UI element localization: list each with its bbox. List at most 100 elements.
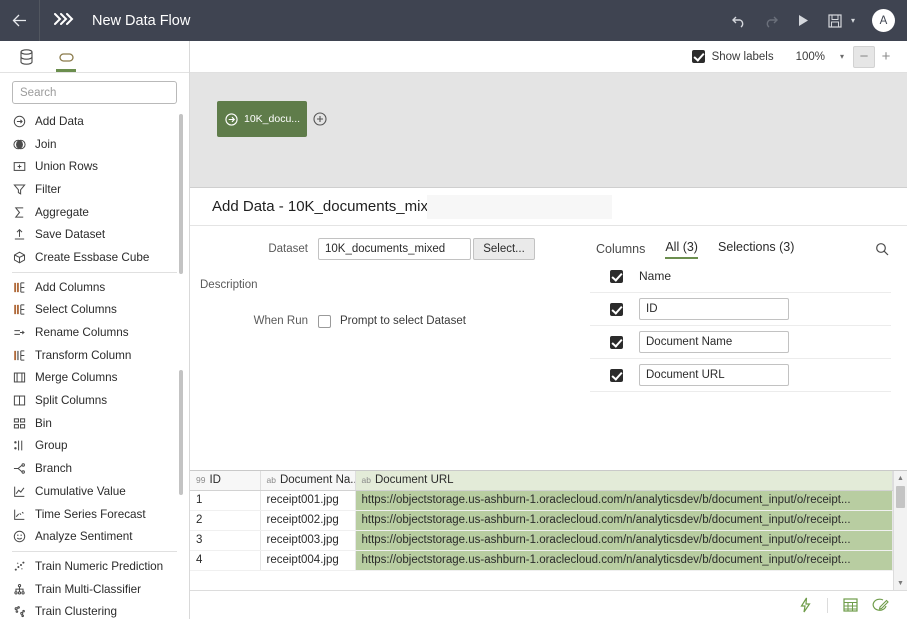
grid-view-icon[interactable]: [837, 594, 863, 616]
select-all-columns-checkbox[interactable]: [610, 270, 623, 283]
column-checkbox[interactable]: [610, 336, 623, 349]
sidebar-item-train-numeric-prediction[interactable]: Train Numeric Prediction: [12, 555, 189, 578]
show-labels-label: Show labels: [712, 51, 774, 63]
dataset-input[interactable]: [318, 238, 471, 260]
redo-button[interactable]: [756, 6, 786, 36]
scrollbar-thumb[interactable]: [896, 486, 905, 508]
select-dataset-button[interactable]: Select...: [473, 238, 535, 260]
inspector-body: Dataset Select... Description When Run P…: [190, 226, 907, 470]
sidebar-item-label: Create Essbase Cube: [35, 251, 149, 264]
data-table-scrollbar[interactable]: ▲ ▼: [893, 471, 907, 590]
edit-pencil-icon: [872, 598, 889, 613]
sidebar-item-label: Merge Columns: [35, 371, 118, 384]
description-row: Description: [200, 274, 590, 296]
sidebar-item-create-essbase-cube[interactable]: Create Essbase Cube: [12, 246, 189, 269]
zoom-level-value[interactable]: 100%: [796, 51, 825, 63]
group-icon: [13, 439, 26, 452]
sidebar-item-transform-column[interactable]: Transform Column: [12, 344, 189, 367]
avatar[interactable]: A: [872, 9, 895, 32]
table-row[interactable]: 4receipt004.jpghttps://objectstorage.us-…: [190, 550, 893, 570]
sidebar-item-join[interactable]: Join: [12, 133, 189, 156]
table-row[interactable]: 2receipt002.jpghttps://objectstorage.us-…: [190, 510, 893, 530]
column-name-input[interactable]: [639, 364, 789, 386]
scroll-down-button[interactable]: ▼: [894, 577, 907, 589]
sidebar-item-time-series-forecast[interactable]: Time Series Forecast: [12, 503, 189, 526]
table-cell: https://objectstorage.us-ashburn-1.oracl…: [355, 550, 893, 570]
table-cell: https://objectstorage.us-ashburn-1.oracl…: [355, 530, 893, 550]
data-table-column-header[interactable]: abDocument Na...: [260, 471, 355, 490]
sidebar-item-union-rows[interactable]: Union Rows: [12, 155, 189, 178]
sidebar-item-add-data[interactable]: Add Data: [12, 110, 189, 133]
scroll-up-button[interactable]: ▲: [894, 472, 907, 484]
column-name-input[interactable]: [639, 298, 789, 320]
zoom-out-button[interactable]: −: [853, 46, 875, 68]
sidebar-item-split-columns[interactable]: Split Columns: [12, 389, 189, 412]
table-row[interactable]: 1receipt001.jpghttps://objectstorage.us-…: [190, 490, 893, 510]
cumulative-value-icon: [13, 485, 26, 498]
search-input[interactable]: [12, 81, 177, 104]
data-table-column-header[interactable]: abDocument URL: [355, 471, 893, 490]
show-labels-checkbox[interactable]: [692, 50, 705, 63]
sidebar-tab-data[interactable]: [10, 42, 42, 72]
description-label: Description: [200, 279, 318, 291]
sidebar-tab-transforms[interactable]: [50, 42, 82, 72]
column-checkbox[interactable]: [610, 369, 623, 382]
data-table-column-header[interactable]: 99ID: [190, 471, 260, 490]
edit-icon[interactable]: [867, 594, 893, 616]
sidebar-item-save-dataset[interactable]: Save Dataset: [12, 223, 189, 246]
sidebar-item-label: Save Dataset: [35, 228, 105, 241]
aggregate-icon: [13, 206, 26, 219]
sidebar-item-cumulative-value[interactable]: Cumulative Value: [12, 480, 189, 503]
sidebar-item-train-clustering[interactable]: Train Clustering: [12, 600, 189, 619]
cube-icon: [12, 250, 27, 265]
inspector-title: Add Data - 10K_documents_mixed: [212, 198, 445, 215]
expand-chevrons-icon[interactable]: [54, 13, 76, 28]
tab-selections[interactable]: Selections (3): [718, 240, 794, 259]
sidebar-item-filter[interactable]: Filter: [12, 178, 189, 201]
lightning-bolt-icon: [798, 597, 813, 613]
columns-search-button[interactable]: [873, 240, 891, 258]
sidebar-item-label: Bin: [35, 417, 52, 430]
sidebar-item-merge-columns[interactable]: Merge Columns: [12, 367, 189, 390]
sidebar-search-wrap: [0, 73, 189, 110]
prompt-select-dataset-checkbox[interactable]: [318, 315, 331, 328]
undo-button[interactable]: [724, 6, 754, 36]
sidebar-item-branch[interactable]: Branch: [12, 457, 189, 480]
sidebar-item-analyze-sentiment[interactable]: Analyze Sentiment: [12, 525, 189, 548]
lightning-icon[interactable]: [792, 594, 818, 616]
back-button[interactable]: [0, 0, 40, 41]
data-table-header-row: 99IDabDocument Na...abDocument URL: [190, 471, 893, 490]
zoom-dropdown-caret[interactable]: ▾: [831, 46, 853, 68]
flow-canvas[interactable]: 10K_docu...: [190, 73, 907, 188]
cumulative-value-icon: [12, 484, 27, 499]
data-table: 99IDabDocument Na...abDocument URL 1rece…: [190, 471, 893, 571]
dataset-label: Dataset: [200, 243, 318, 255]
top-bar: New Data Flow: [0, 0, 907, 41]
save-dropdown-caret[interactable]: ▾: [846, 6, 860, 36]
zoom-in-button[interactable]: +: [875, 46, 897, 68]
union-rows-icon: [13, 160, 26, 173]
sidebar-item-aggregate[interactable]: Aggregate: [12, 201, 189, 224]
column-name-input[interactable]: [639, 331, 789, 353]
tab-all[interactable]: All (3): [665, 240, 698, 259]
table-cell: https://objectstorage.us-ashburn-1.oracl…: [355, 510, 893, 530]
table-cell: receipt001.jpg: [260, 490, 355, 510]
column-checkbox[interactable]: [610, 303, 623, 316]
union-rows-icon: [12, 159, 27, 174]
sidebar-scrollbar-thumb-bottom[interactable]: [179, 370, 183, 495]
sidebar-scrollbar-thumb-top[interactable]: [179, 114, 183, 274]
sidebar-item-train-multi-classifier[interactable]: Train Multi-Classifier: [12, 578, 189, 601]
sidebar-item-group[interactable]: Group: [12, 435, 189, 458]
rename-columns-icon: [13, 326, 26, 339]
sidebar-item-bin[interactable]: Bin: [12, 412, 189, 435]
add-next-step-button[interactable]: [312, 111, 327, 126]
sidebar-item-label: Add Columns: [35, 281, 105, 294]
branch-icon: [12, 461, 27, 476]
flow-node-add-data[interactable]: 10K_docu...: [217, 101, 307, 137]
sidebar-item-rename-columns[interactable]: Rename Columns: [12, 321, 189, 344]
sentiment-icon: [12, 529, 27, 544]
table-row[interactable]: 3receipt003.jpghttps://objectstorage.us-…: [190, 530, 893, 550]
run-button[interactable]: [788, 6, 818, 36]
sidebar-item-add-columns[interactable]: Add Columns: [12, 276, 189, 299]
sidebar-item-select-columns[interactable]: Select Columns: [12, 299, 189, 322]
